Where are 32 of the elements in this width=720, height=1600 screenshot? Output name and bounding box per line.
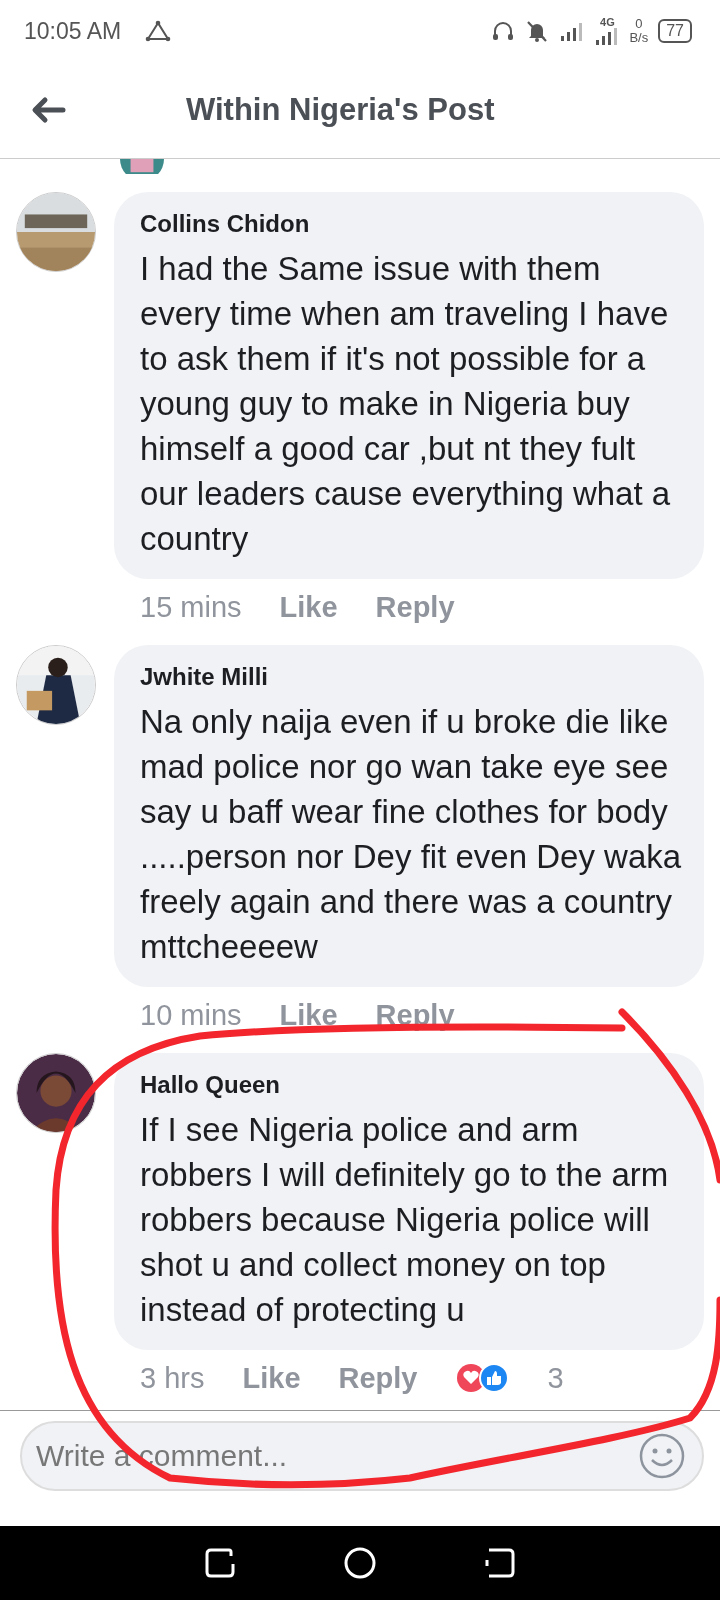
reply-link[interactable]: Reply [338, 1361, 418, 1395]
battery-icon: 77 [658, 19, 692, 43]
header-title: Within Nigeria's Post [186, 92, 495, 128]
comment-time: 10 mins [140, 998, 242, 1032]
reaction-icons[interactable] [455, 1363, 510, 1393]
status-time: 10:05 AM [24, 17, 122, 45]
commenter-name[interactable]: Jwhite Milli [140, 663, 682, 691]
triangle-icon [145, 20, 172, 42]
back-icon[interactable] [483, 1546, 517, 1580]
network-label: 4G [600, 16, 615, 28]
headphones-icon [491, 19, 516, 43]
comment-text: Na only naija even if u broke die like mad police nor go wan take eye see say u baff wear fine clothes for body .....person nor Dey fit even Dey waka freely again and there was a country mttcheeeew [140, 702, 682, 967]
comment-time: 15 mins [140, 590, 242, 624]
signal-icon [595, 27, 620, 46]
like-link[interactable]: Like [242, 1361, 301, 1395]
reaction-count[interactable]: 3 [547, 1361, 564, 1395]
like-link[interactable]: Like [279, 590, 338, 624]
home-icon[interactable] [343, 1546, 377, 1580]
comment-text: I had the Same issue with them every time when am traveling I have to ask them if it's not possible for a young guy to make in Nigeria buy himself a good car ,but nt they fult our leaders cause everything what a country [140, 249, 672, 559]
comment-input-field[interactable]: Write a comment... [20, 1421, 704, 1491]
muted-bell-icon [525, 19, 550, 43]
like-link[interactable]: Like [279, 998, 338, 1032]
back-arrow-icon[interactable] [30, 96, 66, 124]
recent-apps-icon[interactable] [203, 1546, 237, 1580]
reply-link[interactable]: Reply [375, 590, 455, 624]
speed-unit: B/s [629, 31, 649, 45]
comment-text: If I see Nigeria police and arm robbers I will definitely go to the arm robbers because Nigeria police will shot u and collect money on top instead of protecting u [140, 1110, 670, 1330]
smiley-icon[interactable] [638, 1432, 686, 1480]
comment-time: 3 hrs [140, 1361, 205, 1395]
commenter-name[interactable]: Hallo Queen [140, 1071, 682, 1099]
commenter-name[interactable]: Collins Chidon [140, 210, 682, 238]
speed-value: 0 [635, 17, 643, 31]
